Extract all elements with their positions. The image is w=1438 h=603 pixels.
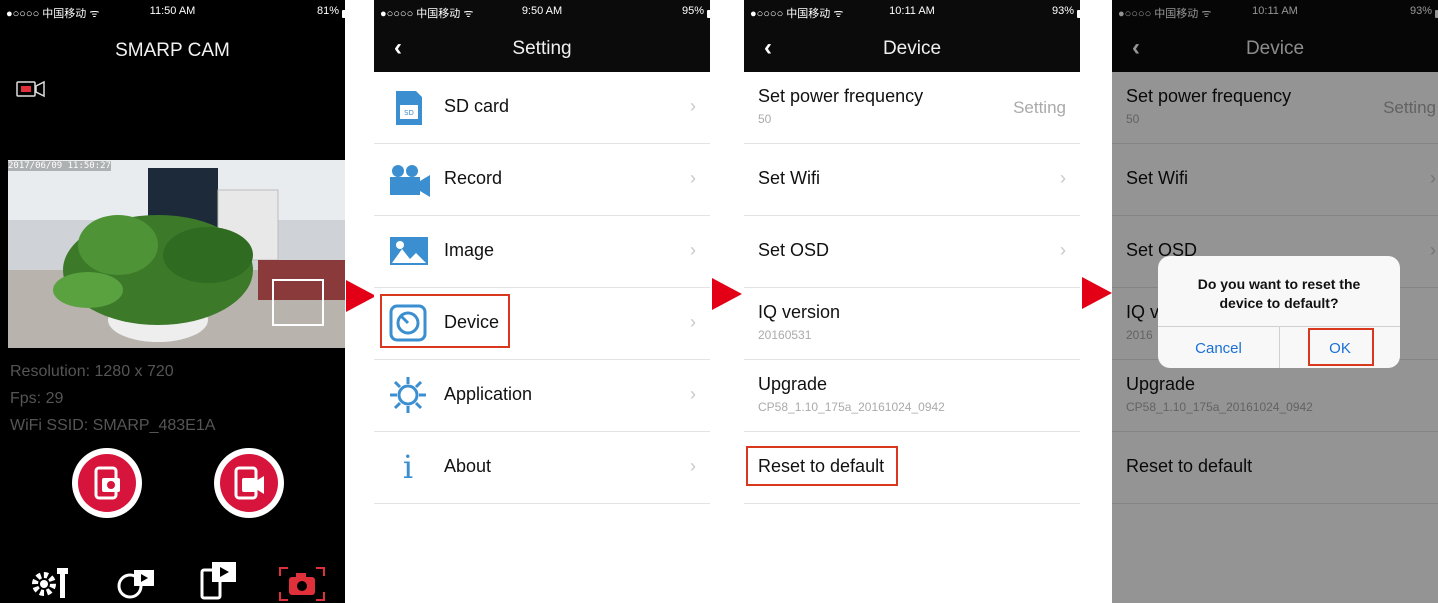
row-subtitle: 50 — [758, 112, 772, 126]
phone-camera-screen: ●○○○○ 中国移动 ᯤ 11:50 AM 81% SMARP CAM 2017… — [0, 0, 345, 603]
row-label: Upgrade — [758, 374, 828, 394]
chevron-right-icon: › — [690, 456, 696, 476]
battery-percent: 93% — [1051, 5, 1074, 17]
app-title: SMARP CAM — [115, 40, 230, 61]
phone-setting-screen: ●○○○○ 中国移动 ᯤ 9:50 AM 95% ‹ Setting SD SD… — [374, 0, 710, 603]
row-label: Set OSD — [758, 240, 830, 260]
row-subtitle: 20160531 — [758, 328, 812, 342]
clock-label: 11:50 AM — [149, 5, 196, 17]
settings-item-label: Record — [444, 168, 503, 188]
record-indicator-icon[interactable] — [16, 80, 46, 98]
reset-highlight-box — [746, 446, 898, 486]
settings-navbar: ●○○○○ 中国移动 ᯤ 9:50 AM 95% ‹ Setting — [374, 0, 710, 72]
settings-item-sd-card[interactable]: SD SD card › — [374, 72, 710, 144]
chevron-right-icon: › — [690, 312, 696, 332]
device-row-wifi[interactable]: Set Wifi › — [744, 144, 1080, 216]
settings-item-about[interactable]: i About › — [374, 432, 710, 504]
settings-item-image[interactable]: Image › — [374, 216, 710, 288]
video-timestamp: 2017/06/09 11:50:27 — [8, 161, 111, 171]
snapshot-mode-icon[interactable] — [278, 566, 326, 602]
step-arrow-1 — [346, 280, 376, 312]
row-subtitle: CP58_1.10_175a_20161024_0942 — [758, 400, 945, 414]
device-navbar: ●○○○○ 中国移动 ᯤ 10:11 AM 93% ‹ Device — [744, 0, 1080, 72]
file-browser-icon[interactable] — [198, 560, 242, 600]
battery-indicator: 81% — [316, 5, 345, 18]
page-title: Device — [882, 38, 942, 59]
settings-item-application[interactable]: Application › — [374, 360, 710, 432]
settings-item-record[interactable]: Record › — [374, 144, 710, 216]
fps-text: Fps: 29 — [10, 390, 64, 407]
phone-reset-dialog-screen: ●○○○○ 中国移动 ᯤ 10:11 AM 93% ‹ Device Set p… — [1112, 0, 1438, 603]
settings-item-label: Application — [444, 384, 533, 404]
record-video-button[interactable] — [214, 448, 284, 518]
settings-item-label: SD card — [444, 96, 510, 116]
page-title: Setting — [512, 38, 572, 59]
row-value: Setting — [1013, 98, 1066, 117]
phone-video-icon — [234, 466, 264, 500]
chevron-right-icon: › — [690, 240, 696, 260]
step-arrow-3 — [1082, 277, 1112, 309]
chevron-right-icon: › — [690, 384, 696, 404]
battery-icon — [1077, 10, 1080, 18]
image-icon — [388, 231, 428, 271]
ok-highlight-box — [1308, 328, 1374, 366]
battery-indicator: 95% — [681, 5, 710, 18]
device-row-power-frequency[interactable]: Set power frequency 50 Setting — [744, 72, 1080, 144]
settings-tools-icon[interactable] — [30, 566, 74, 600]
step-arrow-2 — [712, 278, 742, 310]
device-row-iq-version: IQ version 20160531 — [744, 288, 1080, 360]
row-label: Set Wifi — [758, 168, 821, 188]
take-photo-button-face — [78, 454, 136, 512]
svg-text:SD: SD — [404, 109, 414, 117]
take-photo-button[interactable] — [72, 448, 142, 518]
clock-label: 9:50 AM — [521, 5, 563, 17]
battery-percent: 95% — [681, 5, 704, 17]
chevron-right-icon: › — [690, 168, 696, 188]
gallery-refresh-icon[interactable] — [114, 566, 158, 600]
info-icon: i — [402, 448, 414, 486]
clock-label: 10:11 AM — [889, 5, 935, 17]
cancel-button[interactable]: Cancel — [1158, 340, 1279, 357]
device-highlight-box — [380, 294, 510, 348]
chevron-right-icon: › — [1060, 168, 1066, 188]
battery-icon — [707, 10, 710, 18]
chevron-right-icon: › — [690, 96, 696, 116]
resolution-text: Resolution: 1280 x 720 — [10, 363, 174, 380]
device-row-upgrade[interactable]: Upgrade CP58_1.10_175a_20161024_0942 — [744, 360, 1080, 432]
video-camera-icon — [388, 159, 430, 199]
battery-indicator: 93% — [1051, 5, 1080, 18]
battery-percent: 81% — [316, 5, 339, 17]
video-scene-image — [8, 160, 345, 348]
status-bar: ●○○○○ 中国移动 ᯤ 10:11 AM 93% — [744, 0, 1080, 22]
ssid-text: WiFi SSID: SMARP_483E1A — [10, 417, 216, 434]
row-label: IQ version — [758, 302, 841, 322]
battery-icon — [342, 10, 345, 18]
application-gear-icon — [388, 375, 428, 415]
sd-card-icon: SD — [388, 87, 428, 127]
phone-device-screen: ●○○○○ 中国移动 ᯤ 10:11 AM 93% ‹ Device Set p… — [744, 0, 1080, 603]
row-label: Set power frequency — [758, 86, 924, 106]
dialog-message-line2: device to default? — [1219, 295, 1339, 311]
settings-item-label: Image — [444, 240, 495, 260]
chevron-right-icon: › — [1060, 240, 1066, 260]
live-video-feed[interactable]: 2017/06/09 11:50:27 — [8, 160, 345, 348]
settings-item-label: About — [444, 456, 492, 476]
status-bar: ●○○○○ 中国移动 ᯤ 11:50 AM 81% — [0, 0, 345, 22]
device-row-osd[interactable]: Set OSD › — [744, 216, 1080, 288]
reset-confirm-dialog: Do you want to reset the device to defau… — [1158, 256, 1400, 368]
record-video-button-face — [220, 454, 278, 512]
phone-photo-icon — [94, 466, 120, 500]
dialog-message-line1: Do you want to reset the — [1197, 276, 1361, 292]
status-bar: ●○○○○ 中国移动 ᯤ 9:50 AM 95% — [374, 0, 710, 22]
